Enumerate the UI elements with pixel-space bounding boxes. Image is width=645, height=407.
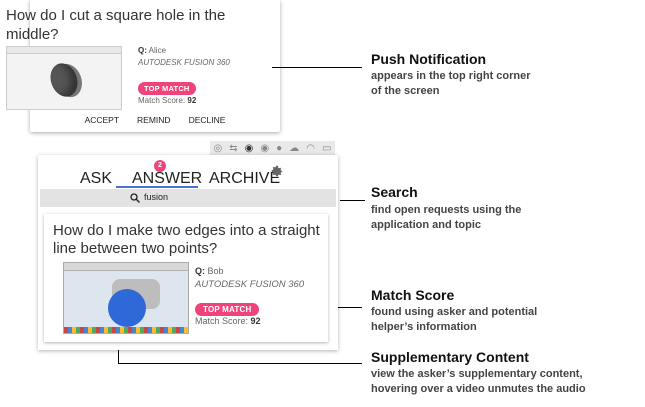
menubar-dot-icon[interactable]: ● xyxy=(276,143,282,154)
search-icon xyxy=(130,193,140,203)
search-callout-line xyxy=(340,200,365,201)
notification-match-score: Match Score: 92 xyxy=(138,96,197,105)
top-match-badge: TOP MATCH xyxy=(138,82,196,95)
match-callout-desc-2: helper’s information xyxy=(371,321,477,333)
decline-button[interactable]: DECLINE xyxy=(189,115,226,125)
match-callout-desc-1: found using asker and potential xyxy=(371,306,538,318)
search-callout-title: Search xyxy=(371,184,418,200)
menubar-cloud-icon[interactable]: ☁ xyxy=(289,143,299,154)
push-callout-line xyxy=(272,67,362,68)
supp-callout-desc-1: view the asker’s supplementary content, xyxy=(371,368,583,380)
gear-icon[interactable] xyxy=(270,164,284,178)
question-asker: Q: Bob xyxy=(195,266,224,276)
top-match-badge: TOP MATCH xyxy=(195,303,260,316)
search-input-value[interactable]: fusion xyxy=(144,192,168,202)
remind-button[interactable]: REMIND xyxy=(137,115,171,125)
search-callout-desc-1: find open requests using the xyxy=(371,204,522,216)
search-callout-desc-2: application and topic xyxy=(371,219,482,231)
tab-ask[interactable]: ASK xyxy=(80,170,112,188)
supp-callout-hline xyxy=(118,363,362,364)
supp-callout-desc-2: hovering over a video unmutes the audio xyxy=(371,383,586,395)
notification-thumbnail[interactable] xyxy=(6,46,122,110)
menubar-eye-icon[interactable]: ◉ xyxy=(260,143,269,154)
question-title: How do I make two edges into a straight … xyxy=(53,222,320,257)
push-callout-desc-2: of the screen xyxy=(371,85,440,97)
active-tab-indicator xyxy=(116,186,198,188)
notification-asker: Q: Alice xyxy=(138,46,167,55)
search-input[interactable] xyxy=(40,189,336,207)
notification-question-title: How do I cut a square hole in the middle… xyxy=(6,7,226,43)
menubar-sync-icon[interactable]: ⇆ xyxy=(229,143,237,154)
question-application: AUTODESK FUSION 360 xyxy=(195,279,305,290)
notification-actions: ACCEPT REMIND DECLINE xyxy=(30,115,280,125)
notification-application: AUTODESK FUSION 360 xyxy=(138,58,230,67)
push-callout-title: Push Notification xyxy=(371,51,487,67)
match-callout-title: Match Score xyxy=(371,287,455,303)
push-callout-desc-1: appears in the top right corner xyxy=(371,70,531,82)
supp-callout-title: Supplementary Content xyxy=(371,349,529,365)
battery-icon[interactable]: ▭ xyxy=(322,143,331,154)
menubar-status-icons: ◎ ⇆ ◉ ◉ ● ☁ ◠ ▭ xyxy=(210,141,335,155)
wifi-icon[interactable]: ◠ xyxy=(306,143,315,154)
menubar-app-icon[interactable]: ◎ xyxy=(214,143,223,154)
accept-button[interactable]: ACCEPT xyxy=(85,115,119,125)
menubar-record-icon[interactable]: ◉ xyxy=(245,143,254,154)
answer-count-badge: 2 xyxy=(154,160,166,172)
supplementary-video-thumbnail[interactable] xyxy=(63,262,189,334)
question-match-score: Match Score: 92 xyxy=(195,316,261,326)
